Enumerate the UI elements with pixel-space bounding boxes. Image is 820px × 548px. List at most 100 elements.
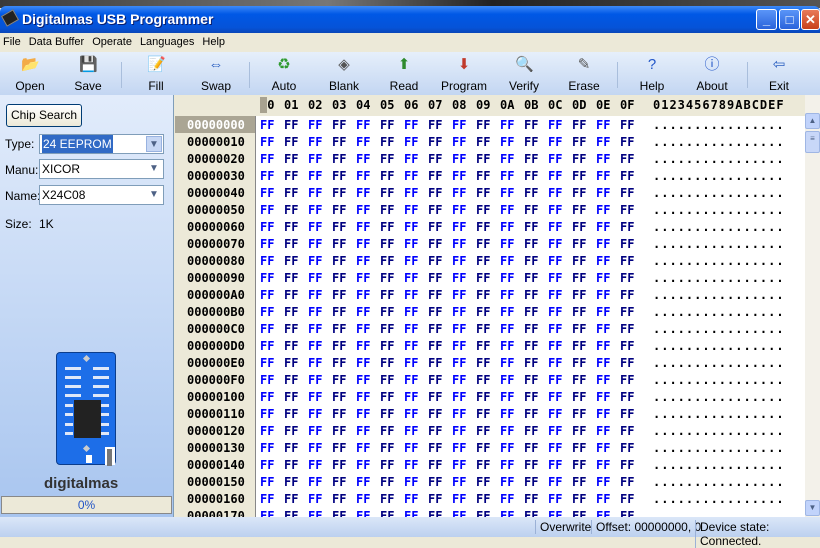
about-button[interactable]: ⓘ About xyxy=(682,54,742,94)
help-button[interactable]: ? Help xyxy=(622,54,682,94)
hex-byte[interactable]: FF xyxy=(572,135,586,149)
chip-search-button[interactable]: Chip Search xyxy=(6,104,82,127)
hex-byte[interactable]: FF xyxy=(572,424,586,438)
hex-byte[interactable]: FF xyxy=(572,373,586,387)
hex-byte[interactable]: FF xyxy=(452,271,466,285)
hex-byte[interactable]: FF xyxy=(620,492,634,506)
hex-byte[interactable]: FF xyxy=(308,135,322,149)
hex-byte[interactable]: FF xyxy=(356,407,370,421)
hex-byte[interactable]: FF xyxy=(524,475,538,489)
hex-byte[interactable]: FF xyxy=(476,424,490,438)
hex-byte[interactable]: FF xyxy=(428,135,442,149)
hex-byte[interactable]: FF xyxy=(260,390,274,404)
hex-byte[interactable]: FF xyxy=(596,322,610,336)
hex-byte[interactable]: FF xyxy=(380,339,394,353)
hex-byte[interactable]: FF xyxy=(428,152,442,166)
hex-byte[interactable]: FF xyxy=(260,458,274,472)
hex-byte[interactable]: FF xyxy=(260,305,274,319)
hex-byte[interactable]: FF xyxy=(596,407,610,421)
hex-byte[interactable]: FF xyxy=(404,424,418,438)
hex-byte[interactable]: FF xyxy=(260,271,274,285)
hex-byte[interactable]: FF xyxy=(284,220,298,234)
hex-byte[interactable]: FF xyxy=(284,152,298,166)
hex-byte[interactable]: FF xyxy=(260,237,274,251)
erase-button[interactable]: ✎ Erase xyxy=(554,54,614,94)
hex-byte[interactable]: FF xyxy=(404,254,418,268)
hex-byte[interactable]: FF xyxy=(476,186,490,200)
hex-byte[interactable]: FF xyxy=(428,475,442,489)
hex-byte[interactable]: FF xyxy=(380,220,394,234)
blank-button[interactable]: ◈ Blank xyxy=(314,54,374,94)
hex-byte[interactable]: FF xyxy=(308,169,322,183)
hex-byte[interactable]: FF xyxy=(596,152,610,166)
hex-byte[interactable]: FF xyxy=(452,288,466,302)
hex-byte[interactable]: FF xyxy=(476,220,490,234)
hex-byte[interactable]: FF xyxy=(548,373,562,387)
hex-byte[interactable]: FF xyxy=(404,135,418,149)
hex-byte[interactable]: FF xyxy=(548,288,562,302)
minimize-button[interactable]: _ xyxy=(756,9,777,30)
hex-byte[interactable]: FF xyxy=(428,458,442,472)
hex-byte[interactable]: FF xyxy=(500,305,514,319)
hex-byte[interactable]: FF xyxy=(524,339,538,353)
hex-byte[interactable]: FF xyxy=(428,492,442,506)
hex-byte[interactable]: FF xyxy=(404,390,418,404)
hex-byte[interactable]: FF xyxy=(572,356,586,370)
hex-byte[interactable]: FF xyxy=(428,169,442,183)
hex-byte[interactable]: FF xyxy=(524,169,538,183)
hex-byte[interactable]: FF xyxy=(548,424,562,438)
hex-byte[interactable]: FF xyxy=(260,424,274,438)
hex-byte[interactable]: FF xyxy=(332,373,346,387)
hex-byte[interactable]: FF xyxy=(620,356,634,370)
hex-byte[interactable]: FF xyxy=(572,152,586,166)
hex-byte[interactable]: FF xyxy=(500,373,514,387)
hex-byte[interactable]: FF xyxy=(308,237,322,251)
hex-byte[interactable]: FF xyxy=(548,305,562,319)
hex-byte[interactable]: FF xyxy=(572,305,586,319)
hex-byte[interactable]: FF xyxy=(308,305,322,319)
hex-byte[interactable]: FF xyxy=(524,237,538,251)
hex-byte[interactable]: FF xyxy=(452,322,466,336)
hex-byte[interactable]: FF xyxy=(380,441,394,455)
hex-byte[interactable]: FF xyxy=(476,492,490,506)
read-button[interactable]: ⬆ Read xyxy=(374,54,434,94)
hex-byte[interactable]: FF xyxy=(356,220,370,234)
hex-byte[interactable]: FF xyxy=(452,254,466,268)
hex-byte[interactable]: FF xyxy=(404,407,418,421)
hex-byte[interactable]: FF xyxy=(404,373,418,387)
hex-byte[interactable]: FF xyxy=(500,220,514,234)
hex-byte[interactable]: FF xyxy=(404,356,418,370)
swap-button[interactable]: ⇔ Swap xyxy=(186,54,246,94)
hex-byte[interactable]: FF xyxy=(548,152,562,166)
hex-byte[interactable]: FF xyxy=(380,135,394,149)
chevron-down-icon[interactable]: ▼ xyxy=(146,136,162,152)
hex-byte[interactable]: FF xyxy=(572,492,586,506)
hex-byte[interactable]: FF xyxy=(284,492,298,506)
hex-byte[interactable]: FF xyxy=(476,322,490,336)
hex-byte[interactable]: FF xyxy=(524,356,538,370)
hex-byte[interactable]: FF xyxy=(620,203,634,217)
hex-byte[interactable]: FF xyxy=(476,339,490,353)
hex-byte[interactable]: FF xyxy=(308,475,322,489)
hex-byte[interactable]: FF xyxy=(308,356,322,370)
hex-byte[interactable]: FF xyxy=(500,186,514,200)
hex-byte[interactable]: FF xyxy=(500,475,514,489)
hex-byte[interactable]: FF xyxy=(332,424,346,438)
hex-byte[interactable]: FF xyxy=(548,135,562,149)
hex-byte[interactable]: FF xyxy=(476,509,490,517)
hex-byte[interactable]: FF xyxy=(476,407,490,421)
hex-byte[interactable]: FF xyxy=(380,356,394,370)
hex-byte[interactable]: FF xyxy=(572,288,586,302)
hex-byte[interactable]: FF xyxy=(476,271,490,285)
hex-byte[interactable]: FF xyxy=(620,237,634,251)
hex-byte[interactable]: FF xyxy=(428,254,442,268)
hex-byte[interactable]: FF xyxy=(308,152,322,166)
hex-byte[interactable]: FF xyxy=(356,458,370,472)
hex-byte[interactable]: FF xyxy=(500,458,514,472)
hex-byte[interactable]: FF xyxy=(260,288,274,302)
hex-byte[interactable]: FF xyxy=(500,288,514,302)
hex-byte[interactable]: FF xyxy=(356,424,370,438)
hex-byte[interactable]: FF xyxy=(452,475,466,489)
hex-byte[interactable]: FF xyxy=(428,186,442,200)
hex-byte[interactable]: FF xyxy=(404,237,418,251)
